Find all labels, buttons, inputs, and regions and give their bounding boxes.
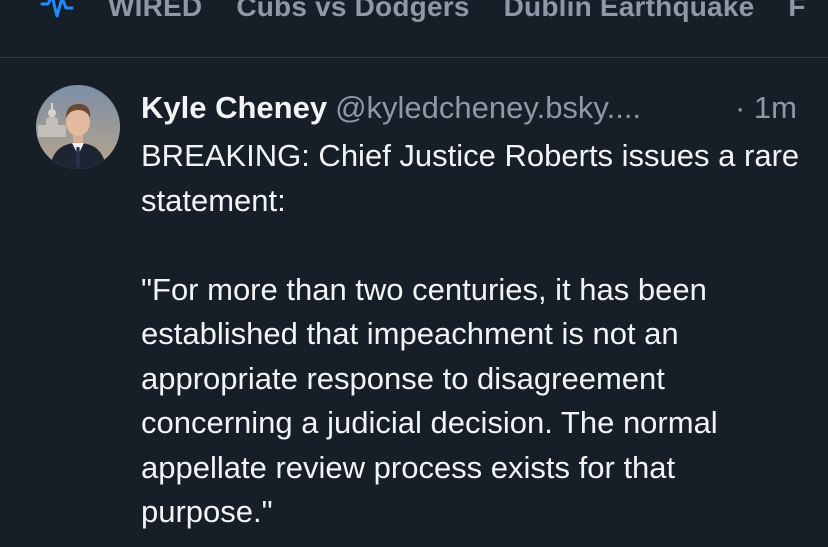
avatar[interactable]	[36, 85, 120, 169]
profile-photo-avatar	[36, 85, 120, 169]
post-card[interactable]: Kyle Cheney @kyledcheney.bsky.... · 1m BR…	[0, 59, 828, 547]
feed-tab-wired[interactable]: WIRED	[108, 0, 202, 23]
author-name[interactable]: Kyle Cheney	[141, 90, 327, 125]
post-timestamp[interactable]: · 1m	[729, 85, 797, 131]
feed-tab-cubs-vs-dodgers[interactable]: Cubs vs Dodgers	[236, 0, 469, 23]
post-header: Kyle Cheney @kyledcheney.bsky.... · 1m	[141, 85, 811, 131]
feed-tab-strip: WIRED Cubs vs Dodgers Dublin Earthquake …	[40, 0, 828, 24]
feed-tab-partial[interactable]: F	[788, 0, 805, 23]
feed-tab-dublin-earthquake[interactable]: Dublin Earthquake	[504, 0, 755, 23]
activity-wave-icon[interactable]	[40, 0, 74, 24]
post-text: BREAKING: Chief Justice Roberts issues a…	[141, 134, 811, 535]
feed-tabs-bar: WIRED Cubs vs Dodgers Dublin Earthquake …	[0, 0, 828, 58]
author-handle[interactable]: @kyledcheney.bsky....	[335, 90, 641, 125]
post-paragraph: "For more than two centuries, it has bee…	[141, 271, 718, 530]
post-paragraph: BREAKING: Chief Justice Roberts issues a…	[141, 138, 800, 218]
